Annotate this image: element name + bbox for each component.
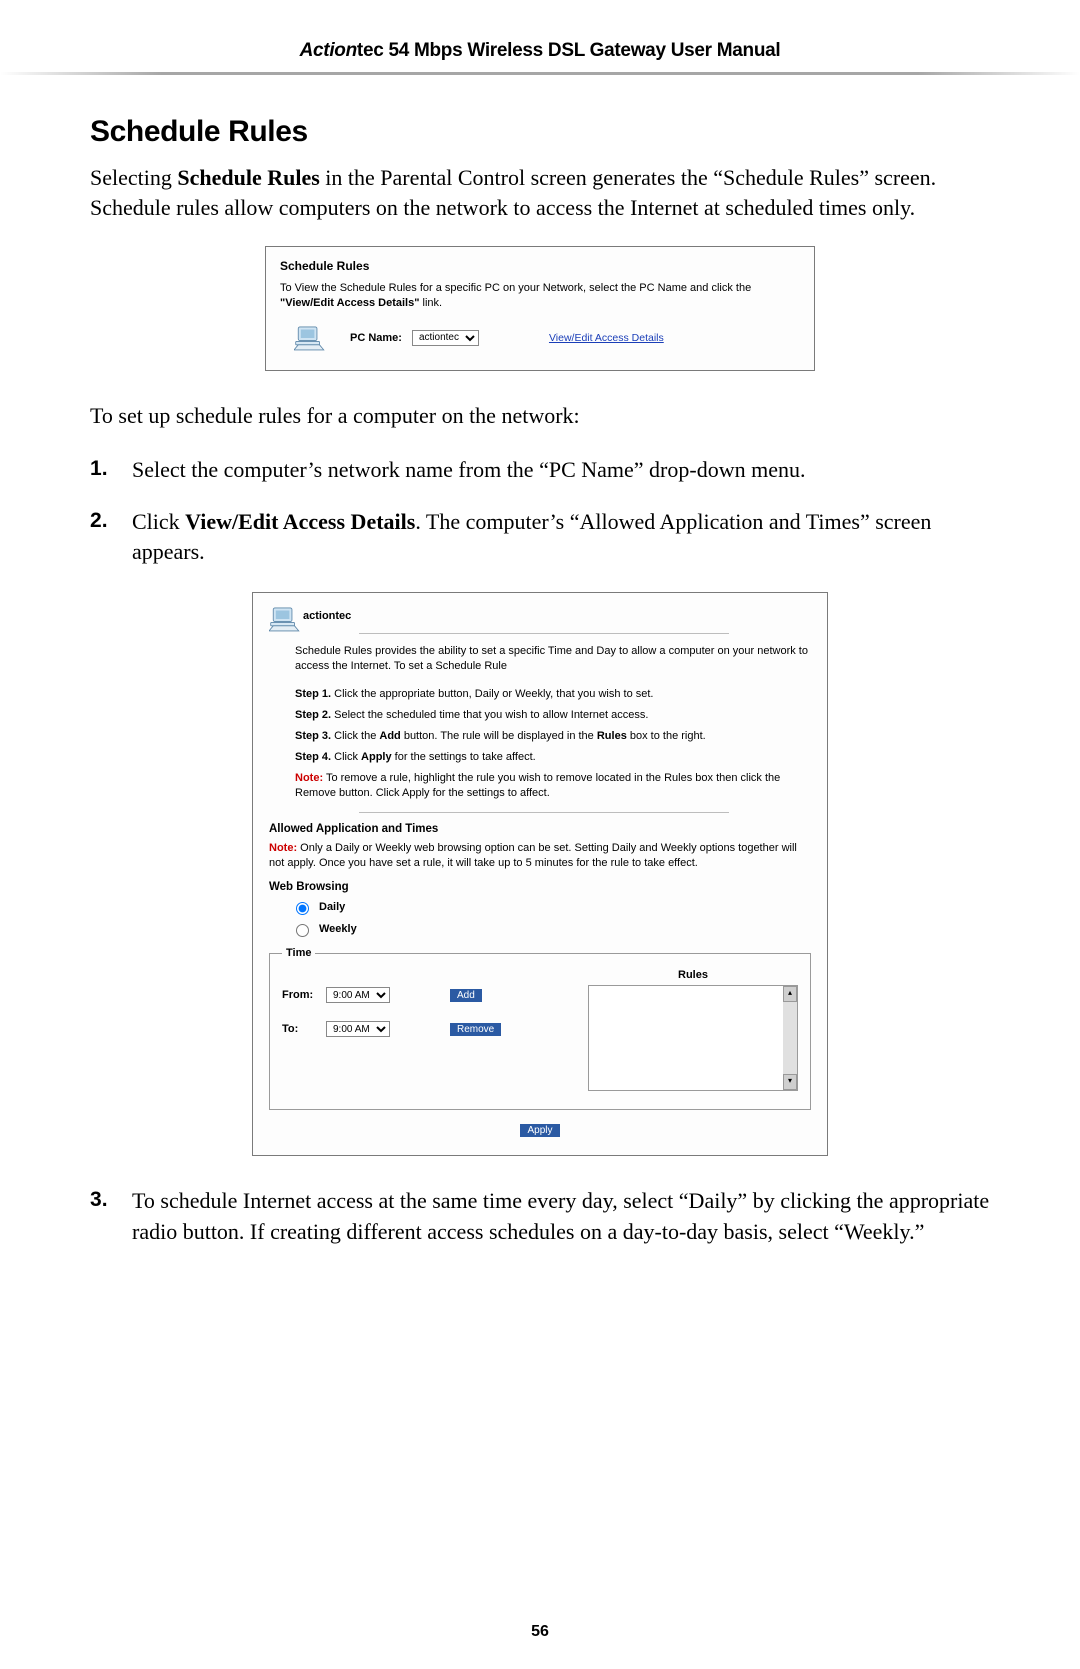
divider: [359, 633, 729, 634]
rules-listbox[interactable]: ▴ ▾: [588, 985, 798, 1091]
divider: [359, 812, 729, 813]
sbox2-step3: Step 3. Click the Add button. The rule w…: [295, 729, 811, 744]
to-select[interactable]: 9:00 AM: [326, 1021, 390, 1037]
from-select[interactable]: 9:00 AM: [326, 987, 390, 1003]
pc-icon: [294, 324, 328, 352]
scrollbar[interactable]: ▴ ▾: [783, 986, 797, 1090]
sbox2-step2: Step 2. Select the scheduled time that y…: [295, 708, 811, 723]
header-title-rest: tec 54 Mbps Wireless DSL Gateway User Ma…: [357, 40, 780, 61]
web-browsing-heading: Web Browsing: [269, 881, 811, 893]
scroll-down-icon[interactable]: ▾: [783, 1074, 797, 1090]
pcname-select[interactable]: actiontec: [412, 330, 479, 346]
to-label: To:: [282, 1023, 326, 1035]
sbox2-pcname: actiontec: [303, 610, 351, 622]
sbox1-desc: To View the Schedule Rules for a specifi…: [280, 281, 800, 310]
radio-weekly-row: Weekly: [291, 921, 811, 937]
brand-prefix: Action: [300, 40, 357, 61]
sbox2-note2: Note: Only a Daily or Weekly web browsin…: [269, 841, 811, 871]
radio-daily-row: Daily: [291, 899, 811, 915]
step-3: To schedule Internet access at the same …: [90, 1186, 990, 1247]
radio-daily[interactable]: [296, 902, 309, 915]
scroll-up-icon[interactable]: ▴: [783, 986, 797, 1002]
section-heading: Schedule Rules: [90, 115, 990, 149]
header-divider: [0, 72, 1080, 75]
screenshot-allowed-apps: actiontec Schedule Rules provides the ab…: [252, 592, 828, 1156]
sbox2-note1: Note: To remove a rule, highlight the ru…: [295, 771, 811, 801]
time-fieldset: Time From: 9:00 AM Add To: 9:00 AM Remov…: [269, 947, 811, 1110]
step-2: Click View/Edit Access Details. The comp…: [90, 507, 990, 568]
from-label: From:: [282, 989, 326, 1001]
step-1: Select the computer’s network name from …: [90, 455, 990, 485]
sbox2-intro: Schedule Rules provides the ability to s…: [295, 644, 811, 674]
lead-in: To set up schedule rules for a computer …: [90, 401, 990, 431]
rules-label: Rules: [588, 969, 798, 981]
pc-icon: [269, 605, 295, 627]
screenshot-schedule-rules: Schedule Rules To View the Schedule Rule…: [265, 246, 815, 371]
radio-daily-label: Daily: [319, 901, 345, 913]
page-header: Actiontec 54 Mbps Wireless DSL Gateway U…: [90, 40, 990, 62]
radio-weekly-label: Weekly: [319, 923, 357, 935]
radio-weekly[interactable]: [296, 924, 309, 937]
view-edit-access-link[interactable]: View/Edit Access Details: [549, 332, 664, 344]
apply-button[interactable]: Apply: [520, 1124, 559, 1137]
allowed-heading: Allowed Application and Times: [269, 823, 811, 835]
sbox2-step1: Step 1. Click the appropriate button, Da…: [295, 687, 811, 702]
time-legend: Time: [282, 947, 315, 959]
intro-paragraph: Selecting Schedule Rules in the Parental…: [90, 163, 990, 222]
sbox2-step4: Step 4. Click Apply for the settings to …: [295, 750, 811, 765]
pcname-label: PC Name:: [350, 332, 402, 344]
page-number: 56: [0, 1623, 1080, 1641]
add-button[interactable]: Add: [450, 989, 482, 1002]
sbox1-title: Schedule Rules: [280, 259, 800, 273]
remove-button[interactable]: Remove: [450, 1023, 501, 1036]
